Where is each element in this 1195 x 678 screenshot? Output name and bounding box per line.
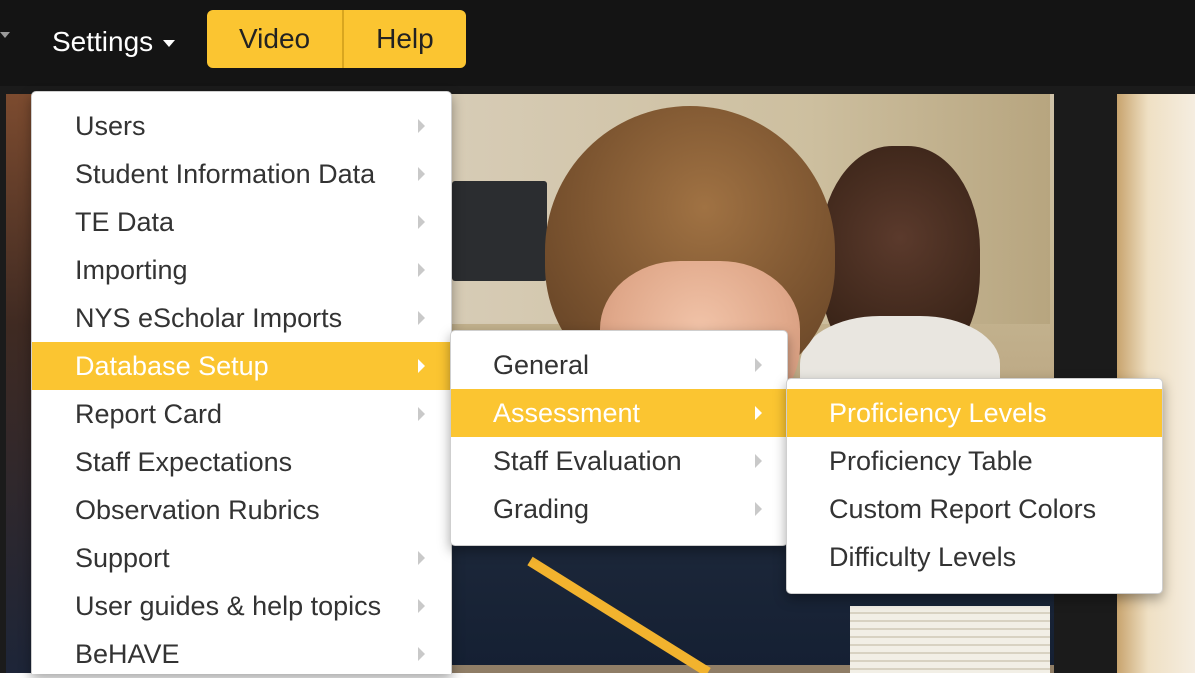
menu-item-staff-expectations[interactable]: Staff Expectations bbox=[32, 438, 451, 486]
submenu-item-difficulty-levels[interactable]: Difficulty Levels bbox=[787, 533, 1162, 581]
menu-item-label: Staff Evaluation bbox=[493, 446, 682, 476]
chevron-right-icon bbox=[755, 502, 762, 516]
submenu-item-proficiency-levels[interactable]: Proficiency Levels bbox=[787, 389, 1162, 437]
menu-item-label: Grading bbox=[493, 494, 590, 524]
chevron-right-icon bbox=[418, 311, 425, 325]
submenu-item-assessment[interactable]: Assessment bbox=[451, 389, 787, 437]
menu-item-observation-rubrics[interactable]: Observation Rubrics bbox=[32, 486, 451, 534]
menu-item-label: Proficiency Table bbox=[829, 446, 1033, 476]
menu-item-label: Support bbox=[75, 543, 170, 573]
chevron-right-icon bbox=[755, 358, 762, 372]
menu-item-label: Difficulty Levels bbox=[829, 542, 1017, 572]
menu-item-label: Database Setup bbox=[75, 351, 269, 381]
chevron-right-icon bbox=[418, 647, 425, 661]
chevron-right-icon bbox=[418, 167, 425, 181]
menu-item-database-setup[interactable]: Database Setup bbox=[32, 342, 451, 390]
menu-item-users[interactable]: Users bbox=[32, 102, 451, 150]
chevron-right-icon bbox=[418, 599, 425, 613]
menu-item-label: Assessment bbox=[493, 398, 641, 428]
menu-item-label: TE Data bbox=[75, 207, 175, 237]
menu-item-importing[interactable]: Importing bbox=[32, 246, 451, 294]
menu-item-label: BeHAVE bbox=[75, 639, 180, 669]
menu-item-label: Proficiency Levels bbox=[829, 398, 1047, 428]
menu-item-behave[interactable]: BeHAVE bbox=[32, 630, 451, 678]
video-button[interactable]: Video bbox=[207, 10, 343, 68]
menu-item-nys-escholar-imports[interactable]: NYS eScholar Imports bbox=[32, 294, 451, 342]
menu-item-label: Users bbox=[75, 111, 146, 141]
menu-item-user-guides[interactable]: User guides & help topics bbox=[32, 582, 451, 630]
chevron-right-icon bbox=[418, 119, 425, 133]
menu-item-label: User guides & help topics bbox=[75, 591, 382, 621]
settings-label: Settings bbox=[52, 26, 154, 57]
photo-monitor bbox=[452, 181, 547, 281]
submenu-item-proficiency-table[interactable]: Proficiency Table bbox=[787, 437, 1162, 485]
chevron-right-icon bbox=[755, 406, 762, 420]
menu-item-label: Report Card bbox=[75, 399, 223, 429]
submenu-item-staff-evaluation[interactable]: Staff Evaluation bbox=[451, 437, 787, 485]
settings-menu-toggle[interactable]: Settings bbox=[40, 16, 187, 64]
menu-item-label: Observation Rubrics bbox=[75, 495, 320, 525]
submenu-item-custom-report-colors[interactable]: Custom Report Colors bbox=[787, 485, 1162, 533]
menu-item-support[interactable]: Support bbox=[32, 534, 451, 582]
menu-item-label: Custom Report Colors bbox=[829, 494, 1097, 524]
menu-item-label: Student Information Data bbox=[75, 159, 376, 189]
menu-item-label: General bbox=[493, 350, 590, 380]
menu-item-label: Importing bbox=[75, 255, 188, 285]
help-button[interactable]: Help bbox=[342, 10, 466, 68]
menu-item-label: NYS eScholar Imports bbox=[75, 303, 343, 333]
chevron-right-icon bbox=[418, 263, 425, 277]
submenu-item-grading[interactable]: Grading bbox=[451, 485, 787, 533]
database-setup-submenu: General Assessment Staff Evaluation Grad… bbox=[450, 330, 788, 546]
nav-button-group: Video Help bbox=[207, 10, 466, 68]
chevron-right-icon bbox=[418, 407, 425, 421]
menu-item-te-data[interactable]: TE Data bbox=[32, 198, 451, 246]
photo-papers bbox=[850, 606, 1050, 673]
chevron-right-icon bbox=[418, 215, 425, 229]
caret-down-icon bbox=[0, 32, 10, 38]
assessment-submenu: Proficiency Levels Proficiency Table Cus… bbox=[786, 378, 1163, 594]
caret-down-icon bbox=[163, 40, 176, 48]
chevron-right-icon bbox=[755, 454, 762, 468]
settings-dropdown-menu: Users Student Information Data TE Data I… bbox=[31, 91, 452, 674]
chevron-right-icon bbox=[418, 551, 425, 565]
menu-item-student-information-data[interactable]: Student Information Data bbox=[32, 150, 451, 198]
chevron-right-icon bbox=[418, 359, 425, 373]
menu-item-report-card[interactable]: Report Card bbox=[32, 390, 451, 438]
menu-item-label: Staff Expectations bbox=[75, 447, 293, 477]
top-navbar: Settings Video Help bbox=[0, 0, 1195, 86]
submenu-item-general[interactable]: General bbox=[451, 341, 787, 389]
